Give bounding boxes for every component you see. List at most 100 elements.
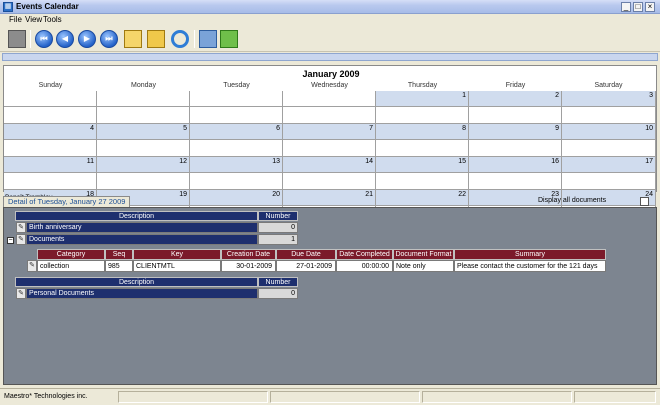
- first-record-icon[interactable]: ⏮: [35, 30, 53, 48]
- day-cell-10[interactable]: 10: [562, 124, 656, 140]
- day-cell-1[interactable]: 1: [376, 91, 469, 107]
- day-events-sunday[interactable]: [4, 107, 97, 124]
- day-events-saturday[interactable]: [562, 107, 656, 124]
- summary-header[interactable]: Summary: [454, 249, 606, 260]
- day-cell-13[interactable]: 13: [190, 157, 283, 173]
- day-header-monday: Monday: [131, 82, 156, 89]
- description-header[interactable]: Description: [15, 211, 258, 221]
- day-cell-2[interactable]: 2: [469, 91, 562, 107]
- day-cell-14[interactable]: 14: [283, 157, 376, 173]
- filter-bar: [2, 53, 658, 61]
- refresh-icon[interactable]: [171, 30, 189, 48]
- next-record-icon[interactable]: ▶: [78, 30, 96, 48]
- toolbar: ⏮ ◀ ▶ ⏭: [0, 27, 660, 52]
- day-cell-empty[interactable]: [190, 91, 283, 107]
- day-cell-empty[interactable]: [97, 91, 190, 107]
- day-cell-17[interactable]: 17: [562, 157, 656, 173]
- day-cell-7[interactable]: 7: [283, 124, 376, 140]
- detail-tab[interactable]: Detail of Tuesday, January 27 2009: [3, 196, 131, 207]
- date-completed-header[interactable]: Date Completed: [336, 249, 393, 260]
- cell-category[interactable]: collection: [37, 260, 105, 272]
- category-header[interactable]: Category: [37, 249, 105, 260]
- row-documents-number: 1: [258, 234, 298, 245]
- cell-summary[interactable]: Please contact the customer for the 121 …: [454, 260, 606, 272]
- folder-search-icon[interactable]: [147, 30, 165, 48]
- day-events-monday[interactable]: [97, 173, 190, 190]
- day-cell-5[interactable]: 5: [97, 124, 190, 140]
- day-cell-9[interactable]: 9: [469, 124, 562, 140]
- day-events-wednesday[interactable]: [283, 107, 376, 124]
- day-number: 16: [551, 158, 559, 165]
- day-cell-11[interactable]: 11: [4, 157, 97, 173]
- personal-description-header[interactable]: Description: [15, 277, 258, 287]
- personal-number-header[interactable]: Number: [258, 277, 298, 287]
- edit-pencil-icon[interactable]: ✎: [16, 222, 26, 233]
- day-events-sunday[interactable]: [4, 140, 97, 157]
- row-birth-anniversary[interactable]: Birth anniversary: [26, 222, 258, 233]
- last-record-icon[interactable]: ⏭: [100, 30, 118, 48]
- day-events-sunday[interactable]: [4, 173, 97, 190]
- day-events-thursday[interactable]: [376, 173, 469, 190]
- document-format-header[interactable]: Document Format: [393, 249, 454, 260]
- close-button[interactable]: ×: [645, 2, 655, 12]
- day-events-wednesday[interactable]: [283, 140, 376, 157]
- edit-pencil-icon[interactable]: ✎: [16, 234, 26, 245]
- day-cell-empty[interactable]: [4, 91, 97, 107]
- menu-tools[interactable]: Tools: [43, 15, 62, 25]
- open-folder-icon[interactable]: [124, 30, 142, 48]
- previous-record-icon[interactable]: ◀: [56, 30, 74, 48]
- day-cell-20[interactable]: 20: [190, 190, 283, 206]
- maximize-button[interactable]: □: [633, 2, 643, 12]
- edit-pencil-icon[interactable]: ✎: [16, 288, 26, 299]
- exit-icon[interactable]: [220, 30, 238, 48]
- collapse-icon[interactable]: −: [7, 237, 14, 244]
- creation-date-header[interactable]: Creation Date: [221, 249, 276, 260]
- day-events-tuesday[interactable]: [190, 173, 283, 190]
- day-cell-22[interactable]: 22: [376, 190, 469, 206]
- menu-view[interactable]: View: [25, 15, 42, 25]
- day-number: 10: [645, 125, 653, 132]
- day-cell-3[interactable]: 3: [562, 91, 656, 107]
- cell-seq[interactable]: 985: [105, 260, 133, 272]
- due-date-header[interactable]: Due Date: [276, 249, 336, 260]
- edit-pencil-icon[interactable]: ✎: [27, 260, 37, 272]
- day-header-wednesday: Wednesday: [311, 82, 348, 89]
- day-events-thursday[interactable]: [376, 107, 469, 124]
- delete-icon[interactable]: [8, 30, 26, 48]
- day-cell-6[interactable]: 6: [190, 124, 283, 140]
- row-birth-anniversary-number: 0: [258, 222, 298, 233]
- number-header[interactable]: Number: [258, 211, 298, 221]
- day-cell-15[interactable]: 15: [376, 157, 469, 173]
- day-events-thursday[interactable]: [376, 140, 469, 157]
- row-documents[interactable]: Documents: [26, 234, 258, 245]
- cell-key[interactable]: CLIENTMTL: [133, 260, 221, 272]
- day-events-tuesday[interactable]: [190, 107, 283, 124]
- row-personal-documents[interactable]: Personal Documents: [26, 288, 258, 299]
- day-number: 7: [369, 125, 373, 132]
- day-cell-21[interactable]: 21: [283, 190, 376, 206]
- day-events-monday[interactable]: [97, 107, 190, 124]
- key-header[interactable]: Key: [133, 249, 221, 260]
- cell-date-completed[interactable]: 00:00:00: [336, 260, 393, 272]
- day-events-friday[interactable]: [469, 140, 562, 157]
- day-events-saturday[interactable]: [562, 173, 656, 190]
- seq-header[interactable]: Seq: [105, 249, 133, 260]
- day-cell-8[interactable]: 8: [376, 124, 469, 140]
- monitor-check-icon[interactable]: [199, 30, 217, 48]
- day-events-wednesday[interactable]: [283, 173, 376, 190]
- cell-document-format[interactable]: Note only: [393, 260, 454, 272]
- day-events-friday[interactable]: [469, 173, 562, 190]
- menu-file[interactable]: File: [9, 15, 22, 25]
- day-events-tuesday[interactable]: [190, 140, 283, 157]
- minimize-button[interactable]: _: [621, 2, 631, 12]
- day-events-friday[interactable]: [469, 107, 562, 124]
- day-cell-12[interactable]: 12: [97, 157, 190, 173]
- display-all-checkbox[interactable]: [640, 197, 649, 206]
- cell-due-date[interactable]: 27-01-2009: [276, 260, 336, 272]
- day-cell-empty[interactable]: [283, 91, 376, 107]
- day-cell-16[interactable]: 16: [469, 157, 562, 173]
- day-cell-4[interactable]: 4: [4, 124, 97, 140]
- cell-creation-date[interactable]: 30-01-2009: [221, 260, 276, 272]
- day-events-monday[interactable]: [97, 140, 190, 157]
- day-events-saturday[interactable]: [562, 140, 656, 157]
